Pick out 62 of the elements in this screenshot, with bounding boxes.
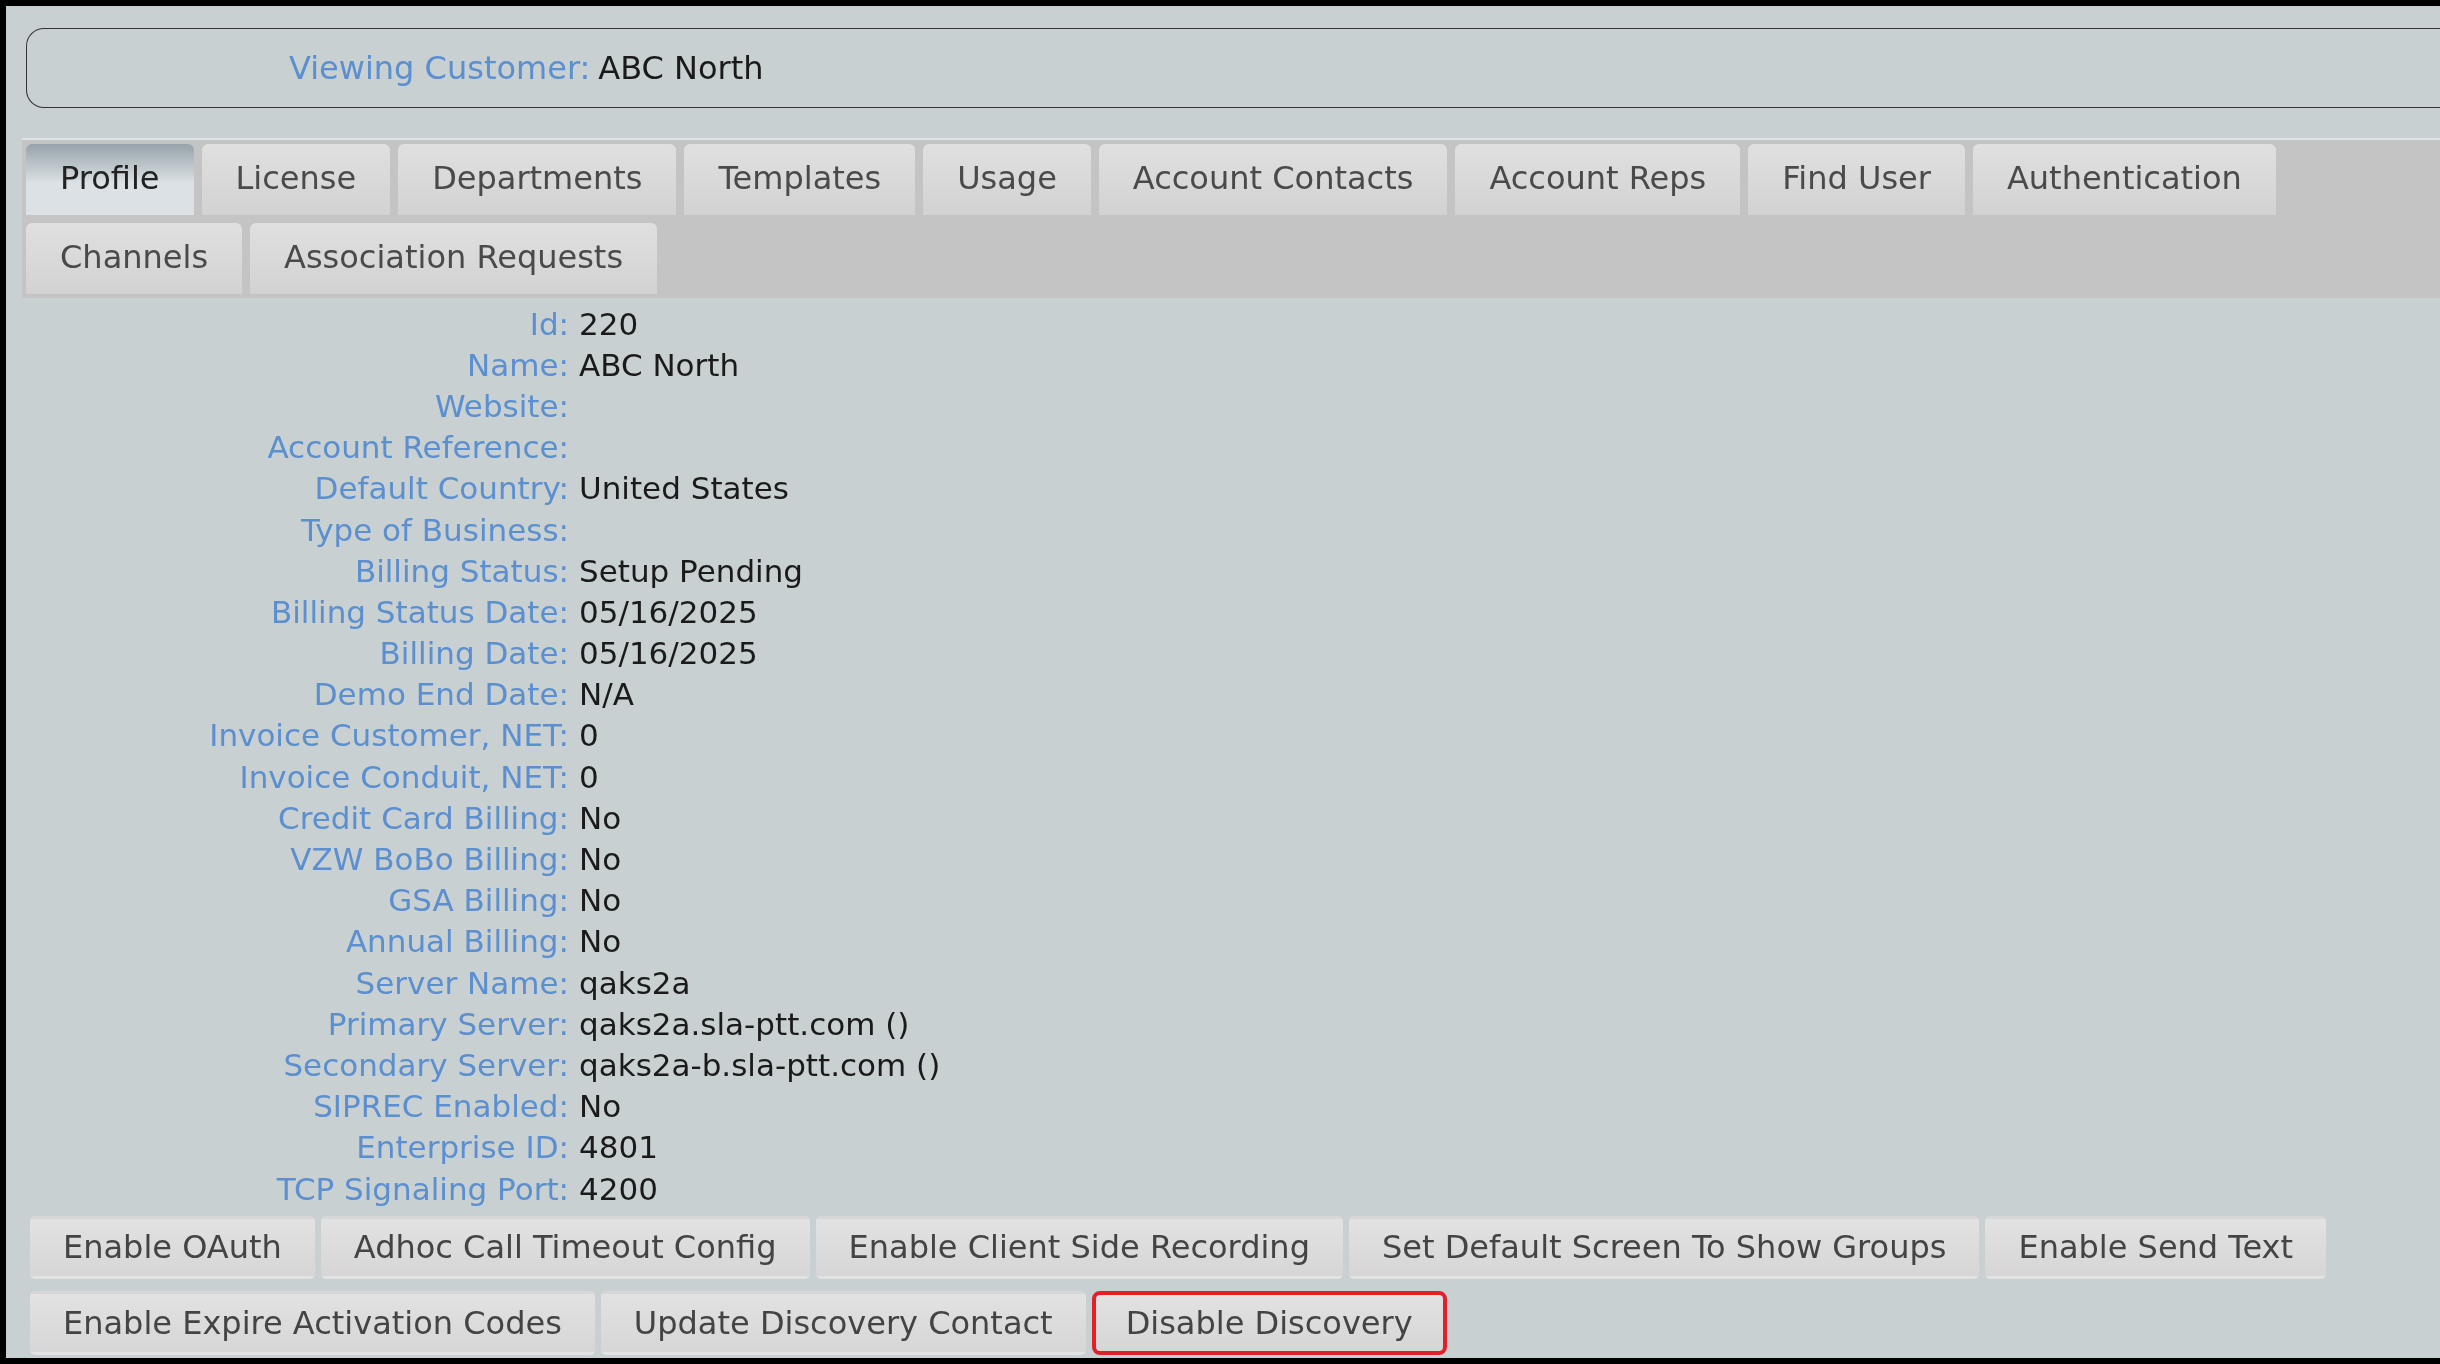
field-label: VZW BoBo Billing: bbox=[289, 840, 569, 880]
action-button[interactable]: Enable Send Text bbox=[1985, 1215, 2327, 1279]
field-value: 220 bbox=[579, 304, 640, 344]
field-label: Demo End Date: bbox=[312, 675, 569, 715]
tab[interactable]: Profile bbox=[26, 144, 194, 215]
field-value: 0 bbox=[579, 757, 600, 797]
field-label: Enterprise ID: bbox=[355, 1128, 569, 1168]
field-label: Invoice Conduit, NET: bbox=[238, 757, 569, 797]
field-label: Type of Business: bbox=[300, 510, 569, 550]
field-label: Default Country: bbox=[313, 469, 569, 509]
tab[interactable]: Usage bbox=[923, 144, 1091, 215]
action-button[interactable]: Enable Expire Activation Codes bbox=[30, 1290, 595, 1356]
action-button[interactable]: Enable Client Side Recording bbox=[815, 1215, 1343, 1279]
field-value: ABC North bbox=[579, 345, 741, 385]
field-value: No bbox=[579, 1087, 623, 1127]
action-button[interactable]: Adhoc Call Timeout Config bbox=[320, 1215, 810, 1279]
tab[interactable]: Templates bbox=[684, 144, 916, 215]
field-label: Billing Status Date: bbox=[269, 592, 569, 632]
field-value: qaks2a.sla-ptt.com () bbox=[579, 1004, 911, 1044]
field-value: 05/16/2025 bbox=[579, 592, 759, 632]
tab[interactable]: Find User bbox=[1748, 144, 1965, 215]
tab[interactable]: Account Contacts bbox=[1098, 144, 1448, 215]
field-value: N/A bbox=[579, 675, 635, 715]
field-label: GSA Billing: bbox=[387, 881, 569, 921]
customer-name: ABC North bbox=[598, 48, 764, 89]
field-label: Billing Status: bbox=[353, 551, 569, 591]
tab[interactable]: Authentication bbox=[1972, 144, 2276, 215]
action-button[interactable]: Disable Discovery bbox=[1091, 1290, 1447, 1356]
field-label: Annual Billing: bbox=[344, 922, 569, 962]
tab[interactable]: Channels bbox=[26, 222, 243, 294]
field-value: 4801 bbox=[579, 1128, 659, 1168]
tab[interactable]: Account Reps bbox=[1455, 144, 1741, 215]
field-label: TCP Signaling Port: bbox=[275, 1169, 569, 1209]
field-value: No bbox=[579, 840, 623, 880]
field-value: No bbox=[579, 922, 623, 962]
action-button[interactable]: Enable OAuth bbox=[30, 1215, 315, 1279]
field-label: Server Name: bbox=[354, 963, 569, 1003]
field-value: qaks2a-b.sla-ptt.com () bbox=[579, 1045, 942, 1085]
field-label: Credit Card Billing: bbox=[277, 798, 569, 838]
field-label: Billing Date: bbox=[378, 634, 569, 674]
tab[interactable]: Association Requests bbox=[250, 222, 658, 294]
action-button[interactable]: Update Discovery Contact bbox=[600, 1290, 1086, 1356]
field-value: United States bbox=[579, 469, 790, 509]
field-value: No bbox=[579, 881, 623, 921]
tab[interactable]: License bbox=[201, 144, 391, 215]
field-label: SIPREC Enabled: bbox=[312, 1087, 569, 1127]
field-value: Setup Pending bbox=[579, 551, 804, 591]
field-label: Primary Server: bbox=[326, 1004, 569, 1044]
field-value: 4200 bbox=[579, 1169, 659, 1209]
field-label: Secondary Server: bbox=[282, 1045, 569, 1085]
field-value: 0 bbox=[579, 716, 600, 756]
field-value: 05/16/2025 bbox=[579, 634, 759, 674]
field-label: Name: bbox=[466, 345, 569, 385]
field-value: No bbox=[579, 798, 623, 838]
field-label: Invoice Customer, NET: bbox=[208, 716, 569, 756]
field-label: Website: bbox=[433, 386, 569, 426]
field-value: qaks2a bbox=[579, 963, 692, 1003]
action-button[interactable]: Set Default Screen To Show Groups bbox=[1348, 1215, 1980, 1279]
tab[interactable]: Departments bbox=[398, 144, 677, 215]
customer-label: Viewing Customer: bbox=[289, 48, 591, 89]
field-label: Id: bbox=[528, 304, 569, 344]
field-label: Account Reference: bbox=[266, 428, 569, 468]
